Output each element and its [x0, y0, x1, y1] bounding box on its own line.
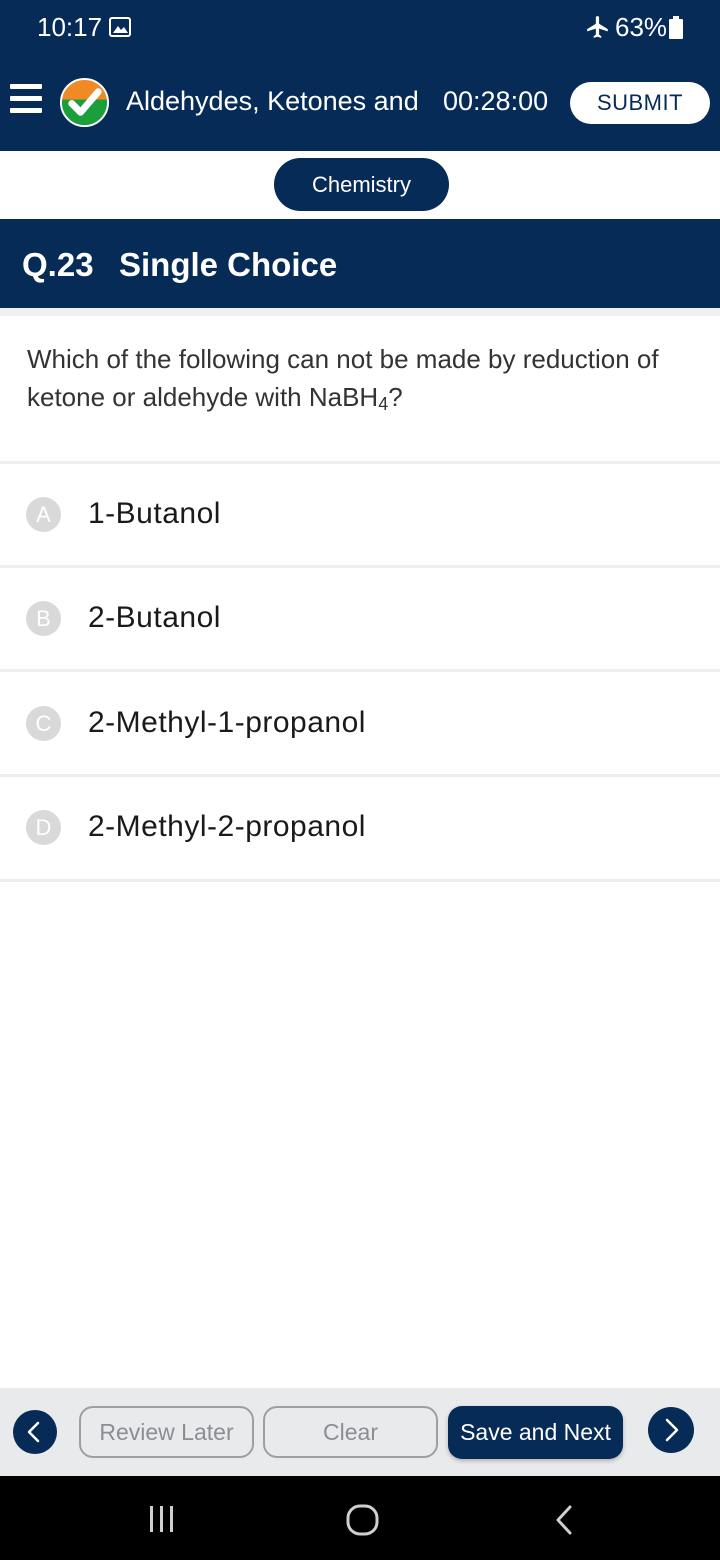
chevron-right-icon: [665, 1418, 679, 1442]
option-c[interactable]: C 2-Methyl-1-propanol: [0, 673, 720, 776]
question-text-main: Which of the following can not be made b…: [27, 344, 659, 412]
next-question-button[interactable]: [648, 1407, 694, 1453]
option-label: 2-Methyl-2-propanol: [88, 810, 366, 843]
divider: [0, 879, 720, 882]
option-letter-badge: D: [26, 810, 61, 845]
battery-percentage: 63%: [615, 12, 668, 42]
recent-apps-icon[interactable]: [146, 1504, 178, 1534]
question-subscript: 4: [378, 394, 389, 414]
system-navigation-bar: [0, 1476, 720, 1560]
submit-button[interactable]: SUBMIT: [570, 82, 710, 124]
option-letter-badge: C: [26, 706, 61, 741]
option-d[interactable]: D 2-Methyl-2-propanol: [0, 777, 720, 880]
subject-tab[interactable]: Chemistry: [274, 158, 449, 211]
divider: [0, 669, 720, 672]
question-header: Q.23 Single Choice: [0, 219, 720, 308]
divider: [0, 308, 720, 316]
status-bar: 10:17 63%: [0, 0, 720, 56]
question-number: Q.23: [22, 246, 94, 283]
bottom-action-bar: Review Later Clear Save and Next: [0, 1388, 720, 1476]
option-label: 1-Butanol: [88, 497, 221, 530]
option-b[interactable]: B 2-Butanol: [0, 568, 720, 671]
option-letter-badge: B: [26, 601, 61, 636]
option-a[interactable]: A 1-Butanol: [0, 464, 720, 567]
battery-icon: [669, 16, 683, 39]
clear-button[interactable]: Clear: [263, 1406, 438, 1458]
chevron-left-icon: [27, 1421, 40, 1443]
option-label: 2-Butanol: [88, 601, 221, 634]
gallery-icon: [109, 17, 131, 37]
page-title: Aldehydes, Ketones and: [126, 86, 419, 116]
review-later-button[interactable]: Review Later: [79, 1406, 254, 1458]
menu-icon[interactable]: [10, 84, 42, 118]
airplane-mode-icon: [587, 16, 608, 38]
app-bar: Aldehydes, Ketones and 00:28:00 SUBMIT: [0, 56, 720, 151]
back-icon[interactable]: [550, 1504, 580, 1536]
question-text: Which of the following can not be made b…: [27, 340, 697, 416]
save-and-next-button[interactable]: Save and Next: [448, 1406, 623, 1459]
status-time: 10:17: [37, 12, 103, 42]
question-text-end: ?: [388, 382, 403, 412]
option-label: 2-Methyl-1-propanol: [88, 706, 366, 739]
home-icon[interactable]: [345, 1503, 381, 1537]
question-type: Single Choice: [119, 246, 338, 283]
previous-question-button[interactable]: [13, 1410, 57, 1454]
option-letter-badge: A: [26, 497, 61, 532]
countdown-timer: 00:28:00: [443, 86, 549, 116]
checkmark-logo-icon: [60, 78, 109, 127]
